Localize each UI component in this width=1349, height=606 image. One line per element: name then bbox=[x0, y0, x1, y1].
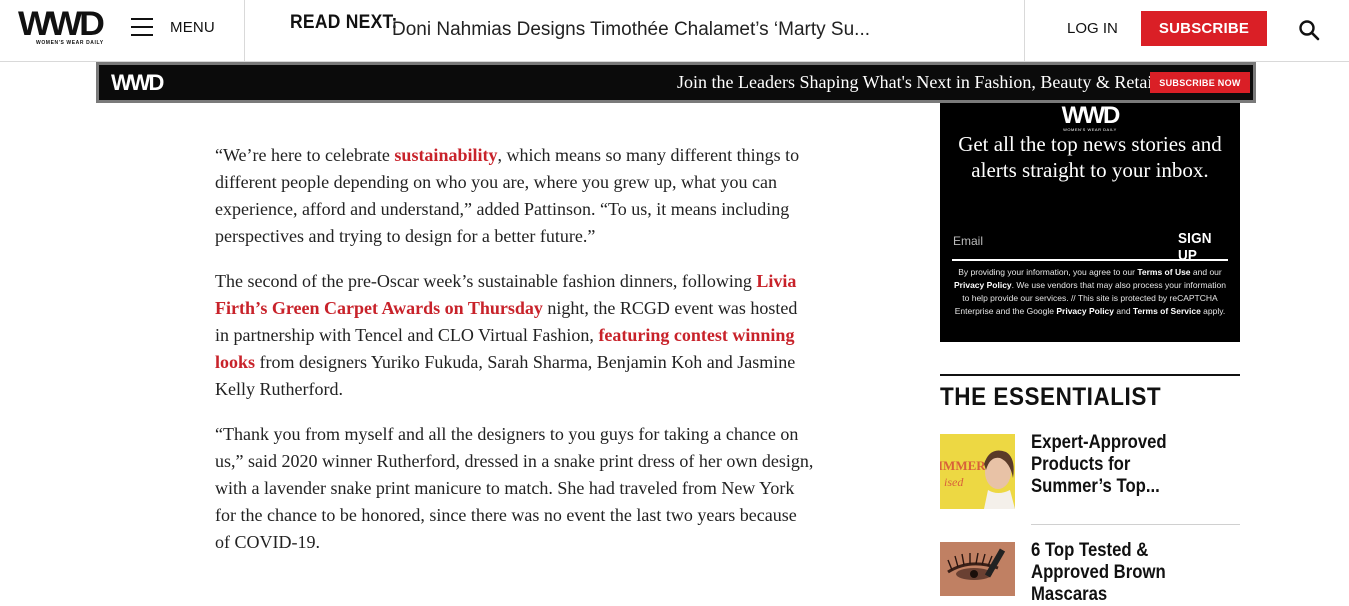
privacy-policy-link[interactable]: Privacy Policy bbox=[954, 280, 1012, 290]
subscribe-now-button[interactable]: SUBSCRIBE NOW bbox=[1150, 72, 1250, 93]
google-privacy-policy-link[interactable]: Privacy Policy bbox=[1056, 306, 1114, 316]
newsletter-disclaimer: By providing your information, you agree… bbox=[954, 266, 1226, 318]
disclaimer-text: and our bbox=[1190, 267, 1222, 277]
banner-logo: WWD bbox=[111, 70, 164, 95]
logo-wordmark: WWD bbox=[18, 5, 105, 43]
read-next-label: READ NEXT: bbox=[290, 12, 398, 33]
article-paragraph: “Thank you from myself and all the desig… bbox=[215, 424, 814, 552]
logo-subtitle: WOMEN'S WEAR DAILY bbox=[36, 40, 104, 46]
paragraph-text: “We’re here to celebrate bbox=[215, 145, 395, 165]
google-terms-link[interactable]: Terms of Service bbox=[1133, 306, 1201, 316]
section-rule bbox=[940, 374, 1240, 376]
essentialist-heading: THE ESSENTIALIST bbox=[940, 383, 1162, 411]
newsletter-logo: WWD bbox=[1061, 102, 1121, 129]
wwd-logo[interactable]: WWD WOMEN'S WEAR DAILY bbox=[18, 5, 116, 46]
header-divider bbox=[244, 0, 245, 61]
essentialist-item-title: 6 Top Tested & Approved Brown Mascaras bbox=[1031, 540, 1166, 605]
menu-button[interactable]: MENU bbox=[131, 18, 215, 36]
article-paragraph: “We’re here to celebrate sustainability,… bbox=[215, 142, 815, 250]
paragraph-text: The second of the pre-Oscar week’s susta… bbox=[215, 271, 757, 291]
sustainability-link[interactable]: sustainability bbox=[394, 145, 497, 165]
login-link[interactable]: LOG IN bbox=[1067, 20, 1118, 37]
item-divider bbox=[1031, 524, 1240, 525]
disclaimer-text: By providing your information, you agree… bbox=[958, 267, 1138, 277]
terms-of-use-link[interactable]: Terms of Use bbox=[1137, 267, 1190, 277]
mascara-thumbnail bbox=[940, 542, 1015, 596]
article-body: “We’re here to celebrate sustainability,… bbox=[215, 142, 815, 574]
article-paragraph: The second of the pre-Oscar week’s susta… bbox=[215, 268, 815, 403]
site-header: WWD WOMEN'S WEAR DAILY MENU READ NEXT: D… bbox=[0, 0, 1349, 62]
email-underline bbox=[952, 259, 1228, 261]
search-icon[interactable] bbox=[1298, 19, 1320, 41]
thumbnail-text: IMMER bbox=[940, 458, 986, 473]
disclaimer-text: apply. bbox=[1200, 306, 1226, 316]
svg-text:ised: ised bbox=[944, 475, 964, 489]
header-divider bbox=[1024, 0, 1025, 61]
essentialist-item-title: Expert-Approved Products for Summer’s To… bbox=[1031, 432, 1167, 497]
summer-products-thumbnail: IMMER ised bbox=[940, 434, 1015, 509]
email-field[interactable] bbox=[953, 231, 1168, 251]
menu-label: MENU bbox=[170, 18, 215, 36]
paragraph-text: from designers Yuriko Fukuda, Sarah Shar… bbox=[215, 352, 796, 399]
newsletter-signup: WWD WOMEN'S WEAR DAILY Get all the top n… bbox=[940, 103, 1240, 342]
hamburger-icon bbox=[131, 18, 153, 36]
banner-text: Join the Leaders Shaping What's Next in … bbox=[677, 72, 1162, 92]
read-next-link[interactable]: Doni Nahmias Designs Timothée Chalamet’s… bbox=[392, 19, 870, 41]
disclaimer-text: and bbox=[1114, 306, 1133, 316]
subscribe-button[interactable]: SUBSCRIBE bbox=[1141, 11, 1267, 46]
newsletter-heading: Get all the top news stories and alerts … bbox=[958, 132, 1222, 182]
promo-banner[interactable]: WWD Join the Leaders Shaping What's Next… bbox=[96, 62, 1256, 103]
